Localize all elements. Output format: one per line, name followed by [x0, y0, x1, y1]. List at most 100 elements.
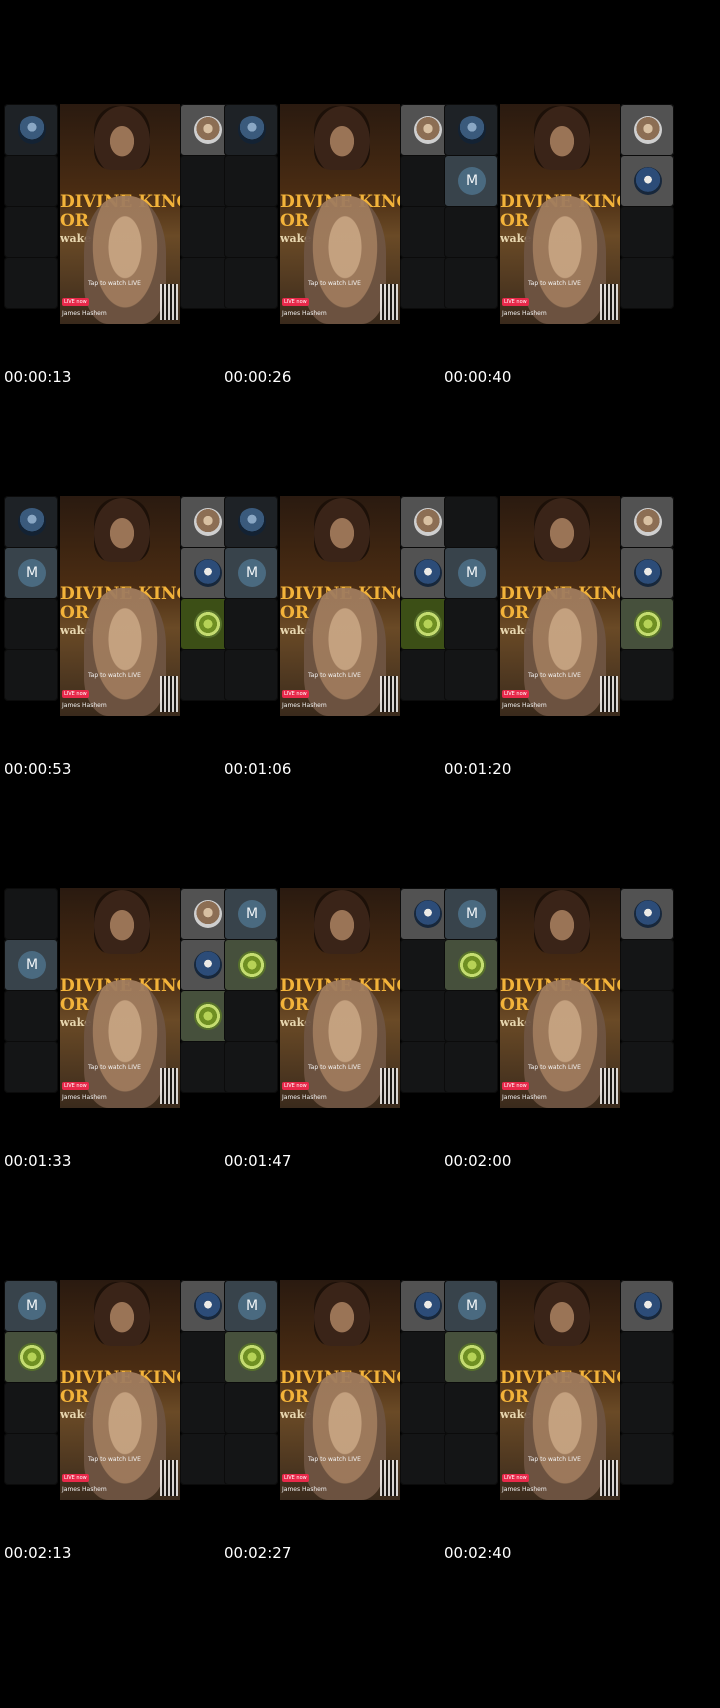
participant-tile-left-2[interactable] — [4, 155, 58, 207]
participant-tile-left-1[interactable] — [224, 496, 278, 548]
participant-tile-left-1[interactable] — [4, 496, 58, 548]
participant-tile-left-1[interactable]: M — [4, 1280, 58, 1332]
participant-tile-left-3[interactable] — [4, 598, 58, 650]
tap-to-watch-live[interactable]: Tap to watch LIVE — [88, 1456, 141, 1463]
participant-tile-left-3[interactable] — [444, 1382, 498, 1434]
main-video[interactable]: DIVINE KINGORwakeTap to watch LIVELIVE n… — [60, 888, 180, 1108]
participant-tile-left-2[interactable] — [444, 1331, 498, 1383]
participant-tile-left-2[interactable]: M — [444, 155, 498, 207]
main-video[interactable]: DIVINE KINGORwakeTap to watch LIVELIVE n… — [60, 104, 180, 324]
participant-tile-left-1[interactable] — [444, 104, 498, 156]
participant-tile-right-4[interactable] — [620, 1041, 674, 1093]
participant-tile-left-3[interactable] — [444, 990, 498, 1042]
tap-to-watch-live[interactable]: Tap to watch LIVE — [308, 280, 361, 287]
participant-tile-left-2[interactable] — [444, 939, 498, 991]
participant-tile-left-1[interactable]: M — [224, 1280, 278, 1332]
participant-tile-left-2[interactable]: M — [224, 547, 278, 599]
participant-tile-right-1[interactable] — [620, 888, 674, 940]
participant-tile-left-2[interactable]: M — [444, 547, 498, 599]
participant-tile-left-1[interactable] — [4, 888, 58, 940]
participant-tile-right-3[interactable] — [620, 990, 674, 1042]
participant-tile-right-2[interactable] — [620, 1331, 674, 1383]
avatar — [634, 167, 662, 195]
participant-tile-left-3[interactable] — [224, 990, 278, 1042]
participant-tile-left-4[interactable] — [444, 257, 498, 309]
participant-tile-left-1[interactable] — [224, 104, 278, 156]
tap-to-watch-live[interactable]: Tap to watch LIVE — [528, 1064, 581, 1071]
qr-code — [160, 1068, 178, 1104]
participant-tile-left-3[interactable] — [4, 1382, 58, 1434]
main-video[interactable]: DIVINE KINGORwakeTap to watch LIVELIVE n… — [500, 104, 620, 324]
participant-tile-right-3[interactable] — [620, 598, 674, 650]
main-video[interactable]: DIVINE KINGORwakeTap to watch LIVELIVE n… — [60, 1280, 180, 1500]
participant-tile-left-4[interactable] — [444, 1041, 498, 1093]
main-video[interactable]: DIVINE KINGORwakeTap to watch LIVELIVE n… — [60, 496, 180, 716]
participant-tile-left-4[interactable] — [224, 649, 278, 701]
participant-tile-left-3[interactable] — [224, 598, 278, 650]
main-video[interactable]: DIVINE KINGORwakeTap to watch LIVELIVE n… — [280, 496, 400, 716]
participant-tile-left-3[interactable] — [4, 990, 58, 1042]
participant-tile-left-4[interactable] — [4, 649, 58, 701]
avatar — [194, 1002, 222, 1030]
video-frame: M DIVINE KINGORwakeTap to watch LIVELIVE … — [220, 1176, 460, 1603]
avatar — [194, 1292, 222, 1320]
tap-to-watch-live[interactable]: Tap to watch LIVE — [308, 1456, 361, 1463]
tap-to-watch-live[interactable]: Tap to watch LIVE — [88, 1064, 141, 1071]
participant-tile-left-1[interactable]: M — [444, 1280, 498, 1332]
participant-tile-right-1[interactable] — [620, 104, 674, 156]
participant-tile-left-3[interactable] — [444, 598, 498, 650]
participant-tile-left-4[interactable] — [4, 257, 58, 309]
participant-tile-left-3[interactable] — [444, 206, 498, 258]
tap-to-watch-live[interactable]: Tap to watch LIVE — [88, 280, 141, 287]
participant-tile-left-4[interactable] — [224, 1433, 278, 1485]
participant-tile-right-1[interactable] — [620, 496, 674, 548]
participant-tile-right-2[interactable] — [620, 939, 674, 991]
main-video[interactable]: DIVINE KINGORwakeTap to watch LIVELIVE n… — [500, 1280, 620, 1500]
participant-tile-left-4[interactable] — [4, 1433, 58, 1485]
participant-tile-left-4[interactable] — [224, 1041, 278, 1093]
host-name: James Hashem — [62, 702, 107, 709]
participant-tile-left-2[interactable]: M — [4, 547, 58, 599]
main-video[interactable]: DIVINE KINGORwakeTap to watch LIVELIVE n… — [500, 496, 620, 716]
participant-tile-left-3[interactable] — [224, 206, 278, 258]
participant-tile-right-2[interactable] — [620, 155, 674, 207]
live-badge: LIVE now — [282, 298, 309, 306]
participant-tile-left-1[interactable]: M — [224, 888, 278, 940]
tap-to-watch-live[interactable]: Tap to watch LIVE — [528, 1456, 581, 1463]
avatar — [634, 559, 662, 587]
tap-to-watch-live[interactable]: Tap to watch LIVE — [308, 1064, 361, 1071]
participant-tile-left-4[interactable] — [4, 1041, 58, 1093]
main-video[interactable]: DIVINE KINGORwakeTap to watch LIVELIVE n… — [280, 888, 400, 1108]
tap-to-watch-live[interactable]: Tap to watch LIVE — [308, 672, 361, 679]
main-video[interactable]: DIVINE KINGORwakeTap to watch LIVELIVE n… — [500, 888, 620, 1108]
participant-tile-left-1[interactable]: M — [444, 888, 498, 940]
participant-tile-left-3[interactable] — [224, 1382, 278, 1434]
main-video[interactable]: DIVINE KINGORwakeTap to watch LIVELIVE n… — [280, 1280, 400, 1500]
participant-tile-right-4[interactable] — [620, 649, 674, 701]
main-video[interactable]: DIVINE KINGORwakeTap to watch LIVELIVE n… — [280, 104, 400, 324]
qr-code — [380, 676, 398, 712]
avatar — [634, 508, 662, 536]
participant-tile-left-2[interactable] — [224, 1331, 278, 1383]
participant-tile-left-2[interactable]: M — [4, 939, 58, 991]
participant-tile-right-3[interactable] — [620, 1382, 674, 1434]
participant-tile-left-4[interactable] — [224, 257, 278, 309]
tap-to-watch-live[interactable]: Tap to watch LIVE — [528, 672, 581, 679]
participant-tile-left-2[interactable] — [224, 155, 278, 207]
participant-tile-left-2[interactable] — [4, 1331, 58, 1383]
participant-tile-right-4[interactable] — [620, 257, 674, 309]
live-badge: LIVE now — [282, 1082, 309, 1090]
tap-to-watch-live[interactable]: Tap to watch LIVE — [528, 280, 581, 287]
participant-tile-left-3[interactable] — [4, 206, 58, 258]
participant-tile-left-1[interactable] — [4, 104, 58, 156]
participant-tile-left-4[interactable] — [444, 1433, 498, 1485]
participant-tile-right-3[interactable] — [620, 206, 674, 258]
tap-to-watch-live[interactable]: Tap to watch LIVE — [88, 672, 141, 679]
participant-tile-left-4[interactable] — [444, 649, 498, 701]
participant-tile-left-2[interactable] — [224, 939, 278, 991]
host-name: James Hashem — [62, 1094, 107, 1101]
participant-tile-right-1[interactable] — [620, 1280, 674, 1332]
participant-tile-right-2[interactable] — [620, 547, 674, 599]
participant-tile-left-1[interactable] — [444, 496, 498, 548]
participant-tile-right-4[interactable] — [620, 1433, 674, 1485]
